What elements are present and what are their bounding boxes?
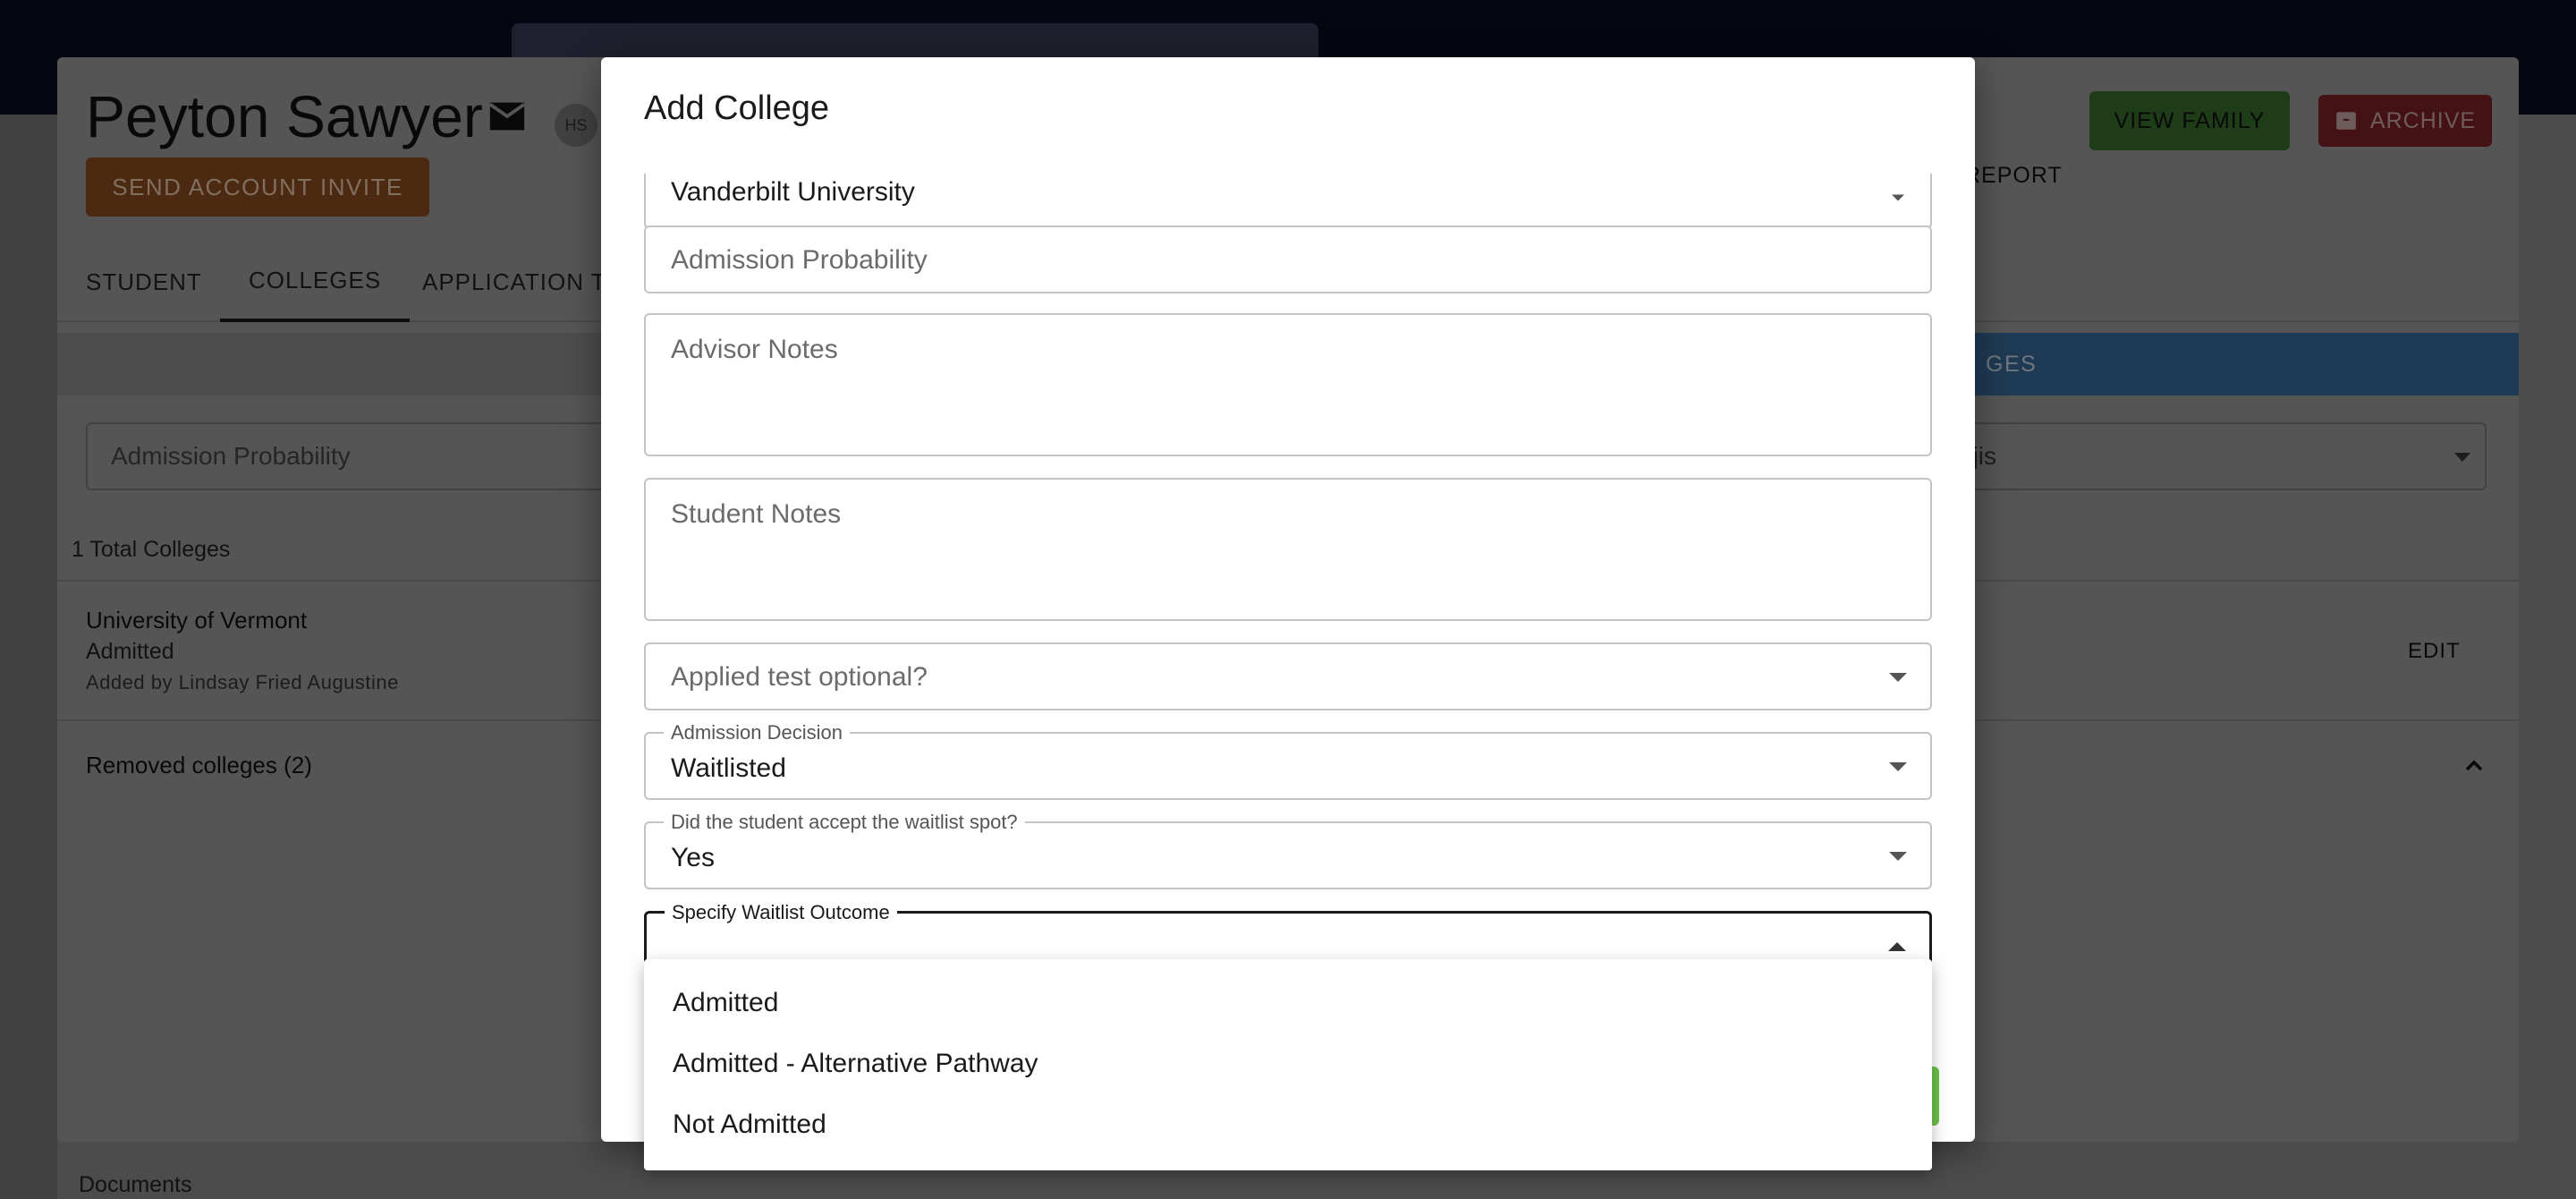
student-notes-textarea[interactable]: Student Notes (644, 478, 1932, 621)
college-select[interactable]: Vanderbilt University (644, 174, 1932, 229)
waitlist-accept-label: Did the student accept the waitlist spot… (664, 811, 1025, 834)
college-select-value: Vanderbilt University (671, 177, 915, 207)
menu-option-admitted-alternative-pathway[interactable]: Admitted - Alternative Pathway (673, 1049, 1038, 1079)
chevron-down-icon (1889, 852, 1907, 861)
student-notes-placeholder: Student Notes (671, 499, 842, 529)
chevron-up-icon (1888, 942, 1906, 951)
chevron-down-icon (1889, 673, 1907, 682)
admission-probability-input[interactable]: Admission Probability (644, 225, 1932, 293)
dialog-title: Add College (644, 89, 830, 127)
applied-test-optional-select[interactable]: Applied test optional? (644, 642, 1932, 710)
chevron-down-icon (1889, 762, 1907, 771)
waitlist-accept-select[interactable]: Did the student accept the waitlist spot… (644, 811, 1932, 889)
applied-test-optional-placeholder: Applied test optional? (671, 662, 928, 692)
waitlist-outcome-label: Specify Waitlist Outcome (665, 901, 897, 924)
advisor-notes-textarea[interactable]: Advisor Notes (644, 313, 1932, 456)
admission-probability-placeholder: Admission Probability (671, 245, 928, 275)
menu-option-not-admitted[interactable]: Not Admitted (673, 1110, 826, 1140)
advisor-notes-placeholder: Advisor Notes (671, 335, 838, 364)
chevron-down-icon (1892, 194, 1904, 201)
waitlist-outcome-menu: Admitted Admitted - Alternative Pathway … (644, 959, 1932, 1170)
admission-decision-value: Waitlisted (671, 753, 786, 783)
admission-decision-select[interactable]: Admission Decision Waitlisted (644, 721, 1932, 800)
menu-option-admitted[interactable]: Admitted (673, 988, 778, 1018)
waitlist-accept-value: Yes (671, 843, 715, 872)
admission-decision-label: Admission Decision (664, 721, 850, 744)
